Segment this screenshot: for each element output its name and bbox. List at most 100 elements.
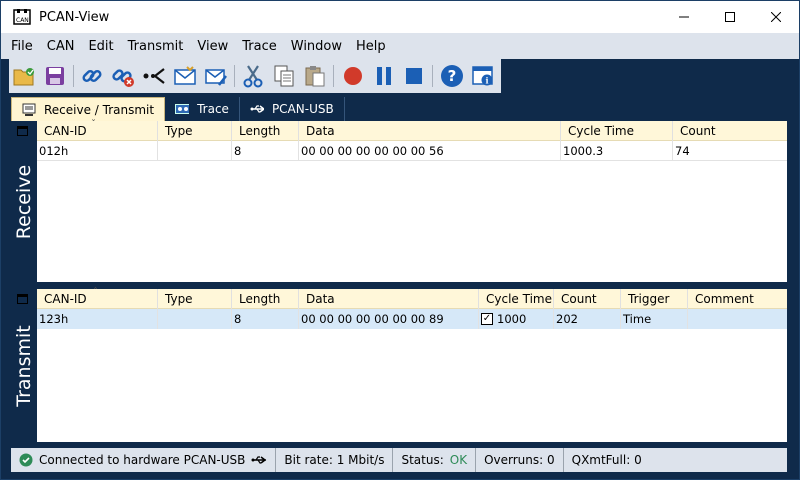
col-can-id[interactable]: CAN-ID ˆ [37,287,157,309]
cell-cycle-time: ✓ 1000 [478,309,553,329]
paste-icon[interactable] [302,63,328,89]
menu-bar: File CAN Edit Transmit View Trace Window… [1,33,799,59]
receive-transmit-icon [22,103,36,116]
tab-trace[interactable]: Trace [165,97,240,121]
svg-text:?: ? [448,67,457,85]
toolbar-separator [233,65,235,87]
toolbar-separator [432,65,434,87]
col-type[interactable]: Type [157,289,231,309]
status-bit-rate: Bit rate: 1 Mbit/s [276,448,394,472]
receive-side-header: Receive [11,121,37,282]
stop-icon[interactable] [402,63,428,89]
receive-label: Receive [13,164,35,239]
toolbar: ? i [1,59,799,93]
column-chooser-icon[interactable] [17,294,28,304]
status-connection: Connected to hardware PCAN-USB [11,448,277,472]
receive-grid[interactable]: CAN-ID ˇ Type Length Data Cycle Time Cou… [17,119,787,282]
tab-label: Trace [197,102,229,116]
cell-length: 8 [231,141,298,161]
tab-bar: Receive / Transmit Trace PCAN-USB [11,97,795,121]
new-message-icon[interactable] [172,63,198,89]
toolbar-separator [332,65,334,87]
usb-icon [251,454,267,466]
cut-icon[interactable] [241,63,267,89]
transmit-row[interactable]: 123h 8 00 00 00 00 00 00 00 89 ✓ 1000 202… [37,309,787,329]
column-chooser-icon[interactable] [17,126,28,136]
cell-cycle-time: 1000.3 [560,141,672,161]
connect-icon[interactable] [80,63,106,89]
transmit-label: Transmit [13,324,35,407]
cell-count: 74 [672,141,787,161]
menu-file[interactable]: File [11,37,33,56]
transmit-side-header: Transmit [11,289,37,442]
menu-view[interactable]: View [197,37,228,56]
copy-icon[interactable] [271,63,297,89]
col-type[interactable]: Type [157,121,231,141]
maximize-button[interactable] [707,1,753,33]
status-state: Status: OK [393,448,477,472]
cycle-time-checkbox[interactable]: ✓ [481,312,493,325]
trace-icon [175,103,190,115]
cell-data: 00 00 00 00 00 00 00 89 [298,309,478,329]
disconnect-icon[interactable] [110,63,136,89]
col-length[interactable]: Length [231,289,298,309]
col-cycle-time[interactable]: Cycle Time [560,121,672,141]
cell-type [157,309,231,329]
col-can-id[interactable]: CAN-ID ˇ [37,119,157,141]
save-icon[interactable] [42,63,68,89]
record-icon[interactable] [340,63,366,89]
cell-length: 8 [231,309,298,329]
pcan-app-icon: CAN [13,8,31,26]
menu-help[interactable]: Help [356,37,386,56]
sort-arrow-icon: ˇ [91,119,96,130]
svg-text:i: i [486,76,489,86]
col-count[interactable]: Count [672,121,787,141]
status-qxmtfull: QXmtFull: 0 [571,453,642,467]
help-icon[interactable]: ? [439,63,465,89]
col-data[interactable]: Data [298,121,560,141]
cell-data: 00 00 00 00 00 00 00 56 [298,141,560,161]
status-value: OK [449,453,468,467]
col-data[interactable]: Data [298,289,478,309]
menu-window[interactable]: Window [291,37,342,56]
minimize-button[interactable] [661,1,707,33]
cell-type [157,141,231,161]
menu-trace[interactable]: Trace [242,37,277,56]
col-trigger[interactable]: Trigger [620,289,687,309]
open-icon[interactable] [11,63,37,89]
receive-row[interactable]: 012h 8 00 00 00 00 00 00 00 56 1000.3 74 [37,141,787,161]
transmit-panel: Transmit CAN-ID ˆ Type Length Data Cycle… [11,287,787,442]
usb-icon [250,103,264,115]
tab-label: PCAN-USB [271,102,334,116]
svg-text:CAN: CAN [16,17,29,24]
reset-icon[interactable] [141,63,167,89]
cell-can-id: 123h [39,312,69,326]
tab-label: Receive / Transmit [44,102,155,117]
app-window: CAN PCAN-View File CAN Edit Transmit Vie… [0,0,800,480]
col-comment[interactable]: Comment [687,289,787,309]
about-icon[interactable]: i [470,63,496,89]
transmit-header-row: CAN-ID ˆ Type Length Data Cycle Time Cou… [17,287,787,309]
cell-count: 202 [553,309,620,329]
window-title: PCAN-View [39,9,110,25]
menu-edit[interactable]: Edit [88,37,113,56]
col-count[interactable]: Count [553,289,620,309]
col-length[interactable]: Length [231,121,298,141]
status-bar: Connected to hardware PCAN-USB Bit rate:… [11,448,787,472]
close-button[interactable] [753,1,799,33]
transmit-grid[interactable]: CAN-ID ˆ Type Length Data Cycle Time Cou… [17,287,787,442]
receive-header-row: CAN-ID ˇ Type Length Data Cycle Time Cou… [17,119,787,141]
cell-comment [687,309,787,329]
receive-panel: Receive CAN-ID ˇ Type Length Data Cycle … [11,119,787,282]
sort-arrow-icon: ˆ [93,287,98,298]
title-bar: CAN PCAN-View [1,1,799,33]
connection-text: Connected to hardware PCAN-USB [39,453,246,467]
menu-can[interactable]: CAN [47,37,75,56]
tab-receive-transmit[interactable]: Receive / Transmit [11,97,166,121]
edit-message-icon[interactable] [203,63,229,89]
pause-icon[interactable] [371,63,397,89]
check-circle-icon [19,453,33,467]
tab-pcan-usb[interactable]: PCAN-USB [240,97,345,121]
col-cycle-time[interactable]: Cycle Time [478,289,553,309]
menu-transmit[interactable]: Transmit [128,37,184,56]
